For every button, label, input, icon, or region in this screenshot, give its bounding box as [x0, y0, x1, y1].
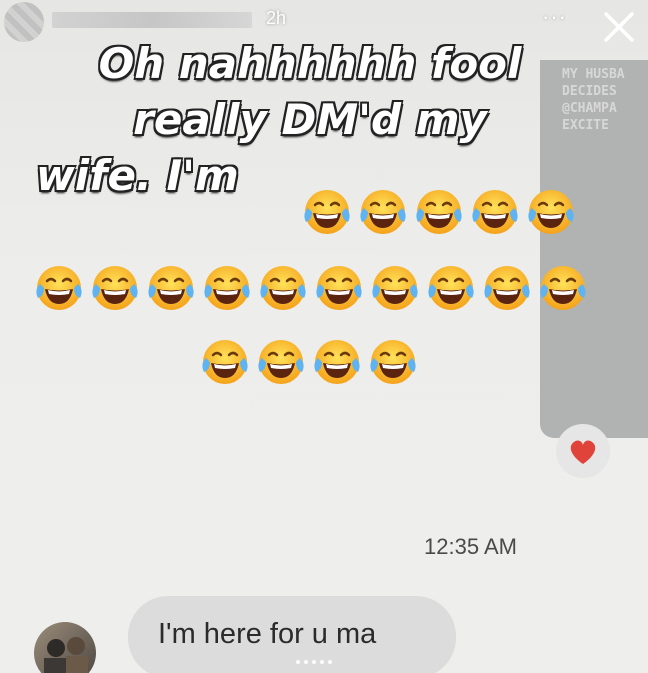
face-with-tears-of-joy-emoji: [366, 336, 420, 390]
close-icon[interactable]: [598, 6, 640, 48]
face-with-tears-of-joy-emoji: [412, 186, 466, 240]
face-with-tears-of-joy-emoji: [256, 262, 310, 316]
story-time: 2h: [266, 8, 287, 28]
avatar-photo: [44, 637, 88, 673]
face-with-tears-of-joy-emoji: [32, 262, 86, 316]
caption-line-2: really DM'd my: [133, 95, 487, 144]
sender-avatar[interactable]: [34, 622, 96, 673]
heart-reaction[interactable]: [556, 424, 610, 478]
face-with-tears-of-joy-emoji: [88, 262, 142, 316]
face-with-tears-of-joy-emoji: [300, 186, 354, 240]
story-caption: Oh nahhhhhh fool really DM'd my wife. I'…: [30, 36, 590, 204]
face-with-tears-of-joy-emoji: [468, 186, 522, 240]
face-with-tears-of-joy-emoji: [424, 262, 478, 316]
face-with-tears-of-joy-emoji: [310, 336, 364, 390]
story-view: 2h ··· MY HUSBA DECIDES @CHAMPA EXCITE O…: [0, 0, 648, 673]
emoji-row-2: [32, 262, 590, 316]
face-with-tears-of-joy-emoji: [312, 262, 366, 316]
story-progress-dots: [296, 660, 332, 664]
face-with-tears-of-joy-emoji: [198, 336, 252, 390]
face-with-tears-of-joy-emoji: [356, 186, 410, 240]
face-with-tears-of-joy-emoji: [254, 336, 308, 390]
caption-line-1: Oh nahhhhhh fool: [98, 39, 522, 88]
heart-icon: [570, 440, 596, 464]
message-timestamp: 12:35 AM: [424, 534, 517, 559]
face-with-tears-of-joy-emoji: [524, 186, 578, 240]
face-with-tears-of-joy-emoji: [480, 262, 534, 316]
emoji-row-1: [300, 186, 578, 240]
message-text: I'm here for u ma: [158, 618, 377, 650]
face-with-tears-of-joy-emoji: [144, 262, 198, 316]
face-with-tears-of-joy-emoji: [368, 262, 422, 316]
emoji-row-3: [198, 336, 420, 390]
face-with-tears-of-joy-emoji: [536, 262, 590, 316]
more-options-button[interactable]: ···: [542, 4, 567, 30]
blurred-username[interactable]: [52, 12, 252, 28]
face-with-tears-of-joy-emoji: [200, 262, 254, 316]
